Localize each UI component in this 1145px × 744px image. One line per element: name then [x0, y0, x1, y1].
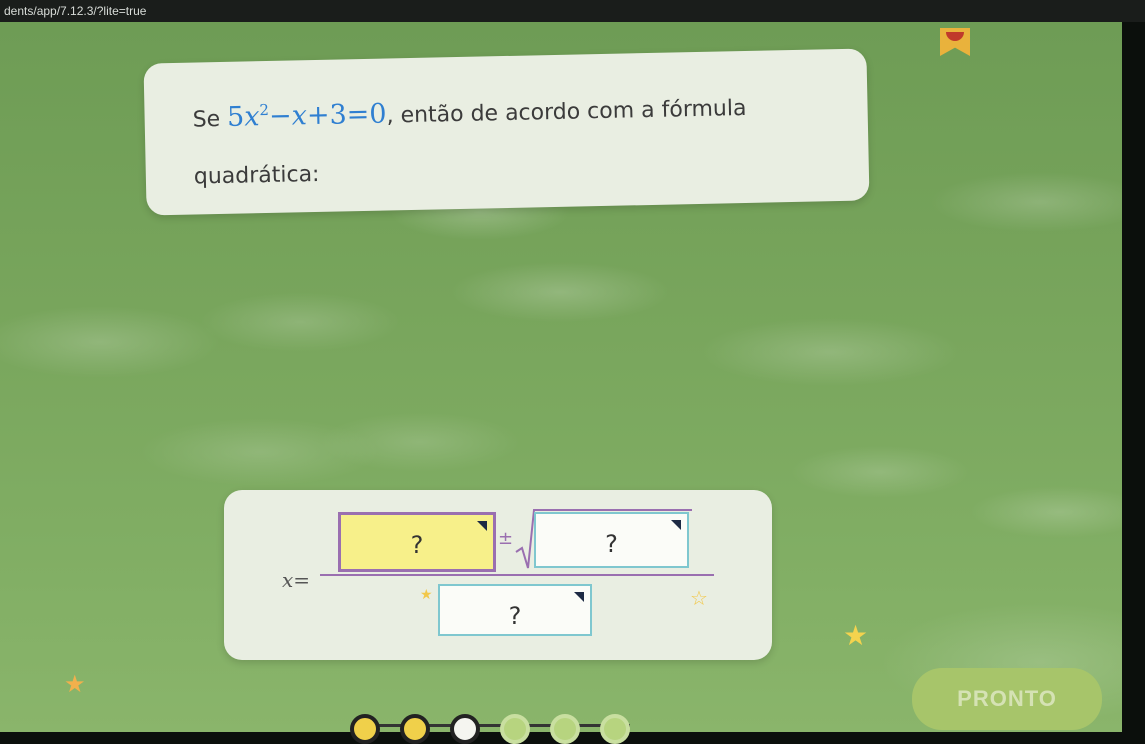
question-suffix: , então de acordo com a fórmula	[386, 95, 747, 129]
equation-rest: +3=0	[306, 98, 387, 132]
radicand-dropdown[interactable]: ?	[534, 512, 689, 568]
dropdown-arrow-icon	[477, 521, 487, 531]
star-icon: ★	[64, 670, 86, 698]
formula-x: x	[282, 568, 294, 592]
dropdown-placeholder: ?	[410, 531, 424, 559]
star-outline-icon: ☆	[690, 586, 708, 610]
question-text-line1: Se 5x2−x+3=0, então de acordo com a fórm…	[192, 91, 746, 134]
progress-dot	[600, 714, 630, 744]
pronto-button[interactable]: PRONTO	[912, 668, 1102, 730]
bookmark-icon[interactable]	[940, 28, 970, 56]
progress-dot	[500, 714, 530, 744]
dropdown-placeholder: ?	[605, 530, 618, 558]
star-icon: ★	[420, 587, 433, 603]
progress-indicator	[350, 710, 640, 744]
equation: 5x2−x+3=0	[227, 99, 387, 133]
formula-lhs: x=	[282, 568, 310, 592]
dropdown-placeholder: ?	[508, 602, 522, 630]
formula-equals: =	[293, 568, 311, 592]
app-screen: Se 5x2−x+3=0, então de acordo com a fórm…	[0, 22, 1122, 744]
denominator-dropdown[interactable]: ?	[438, 584, 592, 636]
star-icon: ★	[843, 619, 869, 652]
formula-card: x= ? ± ? ? ★ ☆	[224, 490, 772, 660]
equation-minus: −	[268, 100, 293, 132]
browser-url-bar[interactable]: dents/app/7.12.3/?lite=true	[0, 0, 1145, 22]
progress-dot	[450, 714, 480, 744]
question-text-line2: quadrática:	[193, 161, 320, 190]
equation-coefficient: 5	[226, 101, 245, 133]
plus-minus-sign: ±	[498, 528, 514, 549]
question-prefix: Se	[192, 106, 221, 133]
progress-dot	[550, 714, 580, 744]
question-card: Se 5x2−x+3=0, então de acordo com a fórm…	[143, 48, 870, 216]
dropdown-arrow-icon	[671, 520, 681, 530]
progress-dot	[400, 714, 430, 744]
numerator-left-dropdown[interactable]: ?	[338, 512, 496, 572]
dropdown-arrow-icon	[574, 592, 584, 602]
fraction-bar	[320, 574, 714, 576]
progress-dot	[350, 714, 380, 744]
equation-variable-2: x	[291, 100, 308, 132]
equation-variable: x	[243, 101, 260, 133]
